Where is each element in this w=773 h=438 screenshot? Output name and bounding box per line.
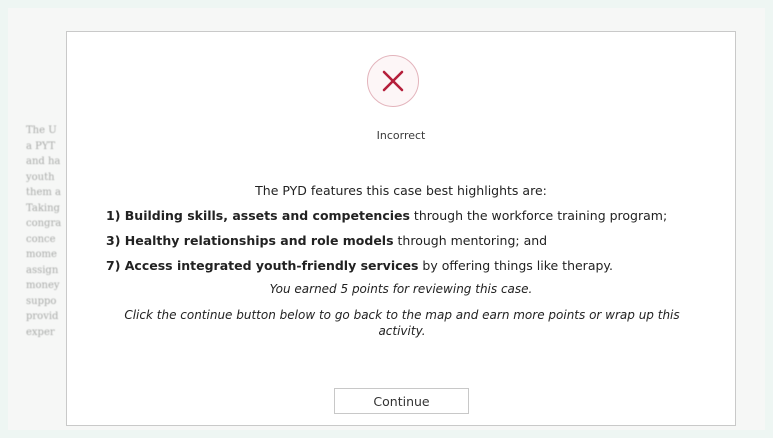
feature-detail: through mentoring; and bbox=[393, 233, 548, 248]
continue-button[interactable]: Continue bbox=[334, 388, 469, 414]
feature-detail: by offering things like therapy. bbox=[418, 258, 614, 273]
feature-item: 7) Access integrated youth-friendly serv… bbox=[106, 258, 613, 273]
close-x-icon bbox=[382, 70, 404, 92]
feature-detail: through the workforce training program; bbox=[409, 208, 668, 223]
feature-title: 1) Building skills, assets and competenc… bbox=[106, 208, 410, 223]
feedback-dialog: Incorrect The PYD features this case bes… bbox=[66, 31, 736, 426]
points-message: You earned 5 points for reviewing this c… bbox=[269, 282, 533, 296]
features-heading: The PYD features this case best highligh… bbox=[255, 183, 547, 198]
feature-item: 3) Healthy relationships and role models… bbox=[106, 233, 547, 248]
feature-title: 7) Access integrated youth-friendly serv… bbox=[106, 258, 419, 273]
incorrect-badge bbox=[367, 55, 419, 107]
instruction-message: Click the continue button below to go ba… bbox=[124, 308, 680, 338]
result-label: Incorrect bbox=[376, 129, 426, 142]
feature-item: 1) Building skills, assets and competenc… bbox=[106, 208, 667, 223]
feature-title: 3) Healthy relationships and role models bbox=[106, 233, 394, 248]
